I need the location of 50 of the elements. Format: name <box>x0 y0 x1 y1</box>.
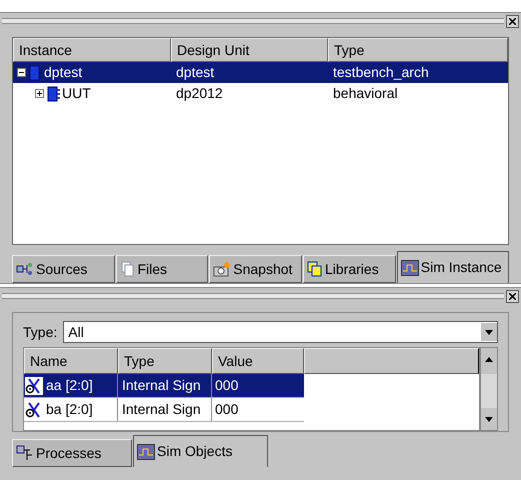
signal-type: Internal Sign <box>118 398 212 421</box>
files-icon <box>120 261 136 277</box>
tree-row[interactable]: dptest dptest testbench_arch <box>13 62 508 83</box>
close-button[interactable] <box>506 14 519 28</box>
expand-icon[interactable] <box>35 89 44 98</box>
tree-row[interactable]: UUT dp2012 behavioral <box>13 83 508 104</box>
signal-row[interactable]: ba [2:0] Internal Sign 000 <box>24 398 304 422</box>
type-label: Type: <box>23 322 58 342</box>
chip-icon <box>45 86 61 102</box>
waveform-icon <box>137 444 155 460</box>
scrollbar[interactable] <box>480 347 498 431</box>
unit-type: behavioral <box>332 84 399 103</box>
hierarchy-icon <box>16 262 34 276</box>
column-header[interactable]: Type <box>328 38 508 62</box>
close-icon <box>509 18 516 24</box>
column-header[interactable]: Design Unit <box>171 38 328 62</box>
design-unit: dp2012 <box>175 84 224 103</box>
column-header[interactable]: Value <box>212 348 304 374</box>
tab[interactable]: Libraries <box>303 255 396 283</box>
tab[interactable]: Files <box>116 255 208 283</box>
tab[interactable]: Processes <box>12 439 132 467</box>
process-icon <box>16 445 34 461</box>
tab[interactable]: Sources <box>12 255 114 283</box>
design-unit: dptest <box>175 63 216 82</box>
column-header[interactable]: Type <box>118 348 212 374</box>
instance-name: dptest <box>44 63 82 82</box>
tab[interactable]: Sim Objects <box>133 435 268 467</box>
signal-row[interactable]: aa [2:0] Internal Sign 000 <box>24 374 304 398</box>
close-icon <box>509 292 516 300</box>
signal-name: ba [2:0] <box>46 400 93 419</box>
unit-type: testbench_arch <box>332 63 430 82</box>
type-dropdown[interactable]: All <box>63 321 498 343</box>
instance-name: UUT <box>62 84 91 103</box>
column-header[interactable]: Name <box>24 348 118 374</box>
signal-value: 000 <box>214 376 240 395</box>
column-header[interactable] <box>304 348 479 374</box>
tab[interactable]: Sim Instance <box>396 251 509 283</box>
signal-type: Internal Sign <box>118 374 212 397</box>
scroll-down-icon[interactable] <box>481 408 497 430</box>
signal-value: 000 <box>214 400 240 419</box>
tab[interactable]: Snapshot <box>209 255 302 283</box>
camera-icon <box>213 261 232 277</box>
column-header[interactable]: Instance <box>13 38 171 62</box>
collapse-icon[interactable] <box>17 68 26 77</box>
signal-name: aa [2:0] <box>46 376 93 395</box>
waveform-icon <box>400 260 419 276</box>
close-button[interactable] <box>506 290 519 302</box>
scroll-up-icon[interactable] <box>481 348 497 374</box>
books-icon <box>307 261 323 277</box>
chip-icon <box>27 64 43 80</box>
